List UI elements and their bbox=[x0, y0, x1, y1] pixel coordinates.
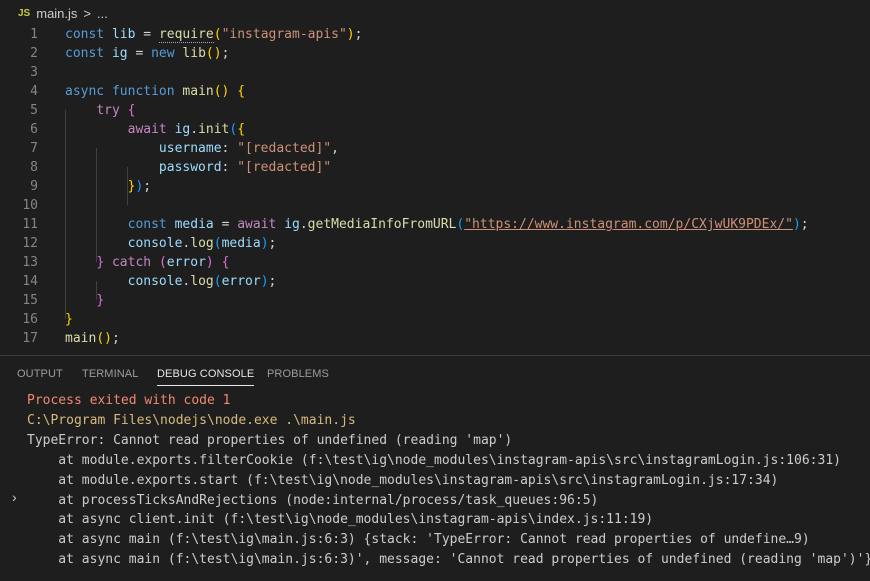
console-line: at async main (f:\test\ig\main.js:6:3)',… bbox=[27, 552, 870, 567]
tab-output[interactable]: OUTPUT bbox=[17, 368, 63, 380]
function-name: main bbox=[65, 331, 97, 346]
line-number: 6 bbox=[30, 122, 38, 137]
console-line: at module.exports.start (f:\test\ig\node… bbox=[27, 473, 779, 488]
operator: = bbox=[135, 46, 144, 61]
keyword: await bbox=[127, 122, 167, 137]
keyword: new bbox=[151, 46, 175, 61]
keyword: async bbox=[65, 84, 105, 99]
string-literal: "instagram-apis" bbox=[221, 27, 347, 42]
keyword: await bbox=[237, 217, 277, 232]
function-name: init bbox=[198, 122, 230, 137]
breadcrumb-file[interactable]: main.js bbox=[36, 6, 77, 21]
punctuation: ; bbox=[111, 331, 120, 346]
identifier: console bbox=[127, 236, 183, 251]
punctuation: ; bbox=[221, 46, 230, 61]
console-line: at async client.init (f:\test\ig\node_mo… bbox=[27, 512, 654, 527]
identifier: password bbox=[158, 160, 222, 175]
js-file-icon: JS bbox=[18, 7, 31, 19]
panel-tabs: OUTPUT TERMINAL DEBUG CONSOLE PROBLEMS bbox=[0, 356, 870, 392]
tab-problems[interactable]: PROBLEMS bbox=[267, 368, 329, 380]
tab-debug-console[interactable]: DEBUG CONSOLE bbox=[157, 368, 255, 386]
code-line-1[interactable]: const lib = require("instagram-apis"); bbox=[65, 25, 362, 44]
line-number: 5 bbox=[30, 103, 38, 118]
keyword: catch bbox=[111, 255, 152, 270]
tab-terminal[interactable]: TERMINAL bbox=[82, 368, 138, 380]
code-line-13[interactable]: } catch (error) { bbox=[65, 253, 229, 272]
code-editor[interactable]: 1 2 3 4 5 6 7 8 9 10 11 12 13 14 15 16 17 const lib = re… bbox=[0, 24, 870, 354]
code-line-8[interactable]: password: "[redacted]" bbox=[65, 158, 331, 177]
console-line: C:\Program Files\nodejs\node.exe .\main.… bbox=[27, 413, 356, 428]
identifier: console bbox=[127, 274, 183, 289]
line-number: 1 bbox=[30, 27, 38, 42]
line-number: 13 bbox=[22, 255, 38, 270]
keyword: try bbox=[96, 103, 120, 118]
code-line-11[interactable]: const media = await ig.getMediaInfoFromU… bbox=[65, 215, 809, 234]
bottom-panel: OUTPUT TERMINAL DEBUG CONSOLE PROBLEMS P… bbox=[0, 355, 870, 581]
line-number: 2 bbox=[30, 46, 38, 61]
identifier: ig bbox=[284, 217, 300, 232]
punctuation: ; bbox=[800, 217, 809, 232]
code-line-4[interactable]: async function main() { bbox=[65, 82, 245, 101]
punctuation: ; bbox=[268, 236, 277, 251]
function-name: getMediaInfoFromURL bbox=[307, 217, 457, 232]
line-number: 8 bbox=[30, 160, 38, 175]
code-line-7[interactable]: username: "[redacted]", bbox=[65, 139, 339, 158]
operator: = bbox=[143, 27, 152, 42]
function-name: require bbox=[158, 27, 214, 43]
console-line: Process exited with code 1 bbox=[27, 393, 231, 408]
function-name: log bbox=[190, 236, 214, 251]
code-line-6[interactable]: await ig.init({ bbox=[65, 120, 245, 139]
line-number: 15 bbox=[22, 293, 38, 308]
code-line-15[interactable]: } bbox=[65, 291, 104, 310]
chevron-right-icon[interactable]: › bbox=[12, 489, 17, 505]
identifier: error bbox=[221, 274, 261, 289]
line-number: 3 bbox=[30, 65, 38, 80]
code-line-12[interactable]: console.log(media); bbox=[65, 234, 277, 253]
console-line: TypeError: Cannot read properties of und… bbox=[27, 433, 513, 448]
chevron-right-icon: > bbox=[83, 5, 92, 21]
line-number: 14 bbox=[22, 274, 38, 289]
console-line: at module.exports.filterCookie (f:\test\… bbox=[27, 453, 841, 468]
console-line[interactable]: at async main (f:\test\ig\main.js:6:3) {… bbox=[27, 530, 809, 549]
string-literal: "[redacted]" bbox=[237, 141, 332, 156]
string-literal: "[redacted]" bbox=[237, 160, 332, 175]
identifier: media bbox=[221, 236, 261, 251]
keyword: const bbox=[65, 46, 105, 61]
line-number: 10 bbox=[22, 198, 38, 213]
identifier: lib bbox=[111, 27, 136, 42]
line-number: 9 bbox=[30, 179, 38, 194]
identifier: error bbox=[166, 255, 206, 270]
line-number: 11 bbox=[22, 217, 38, 232]
line-number: 7 bbox=[30, 141, 38, 156]
keyword: function bbox=[111, 84, 175, 99]
keyword: const bbox=[127, 217, 167, 232]
code-line-9[interactable]: }); bbox=[65, 177, 151, 196]
operator: = bbox=[221, 217, 230, 232]
code-line-16[interactable]: } bbox=[65, 310, 73, 329]
identifier: username bbox=[158, 141, 222, 156]
console-line: at processTicksAndRejections (node:inter… bbox=[27, 493, 599, 508]
identifier: ig bbox=[174, 122, 191, 137]
identifier: media bbox=[174, 217, 214, 232]
function-name: main bbox=[182, 84, 214, 99]
code-line-5[interactable]: try { bbox=[65, 101, 135, 120]
line-number: 4 bbox=[30, 84, 38, 99]
line-number: 16 bbox=[22, 312, 38, 327]
punctuation: , bbox=[331, 141, 339, 156]
function-name: lib bbox=[182, 46, 206, 61]
line-number: 12 bbox=[22, 236, 38, 251]
line-number: 17 bbox=[22, 331, 38, 346]
keyword: const bbox=[65, 27, 105, 42]
breadcrumb-more[interactable]: ... bbox=[97, 6, 108, 21]
url-link[interactable]: "https://www.instagram.com/p/CXjwUK9PDEx… bbox=[464, 217, 793, 232]
punctuation: ; bbox=[354, 27, 363, 42]
identifier: ig bbox=[111, 46, 128, 61]
function-name: log bbox=[190, 274, 214, 289]
code-line-2[interactable]: const ig = new lib(); bbox=[65, 44, 229, 63]
punctuation: ; bbox=[268, 274, 277, 289]
breadcrumb: JS main.js > ... bbox=[0, 0, 870, 26]
code-line-14[interactable]: console.log(error); bbox=[65, 272, 277, 291]
code-line-17[interactable]: main(); bbox=[65, 329, 120, 348]
